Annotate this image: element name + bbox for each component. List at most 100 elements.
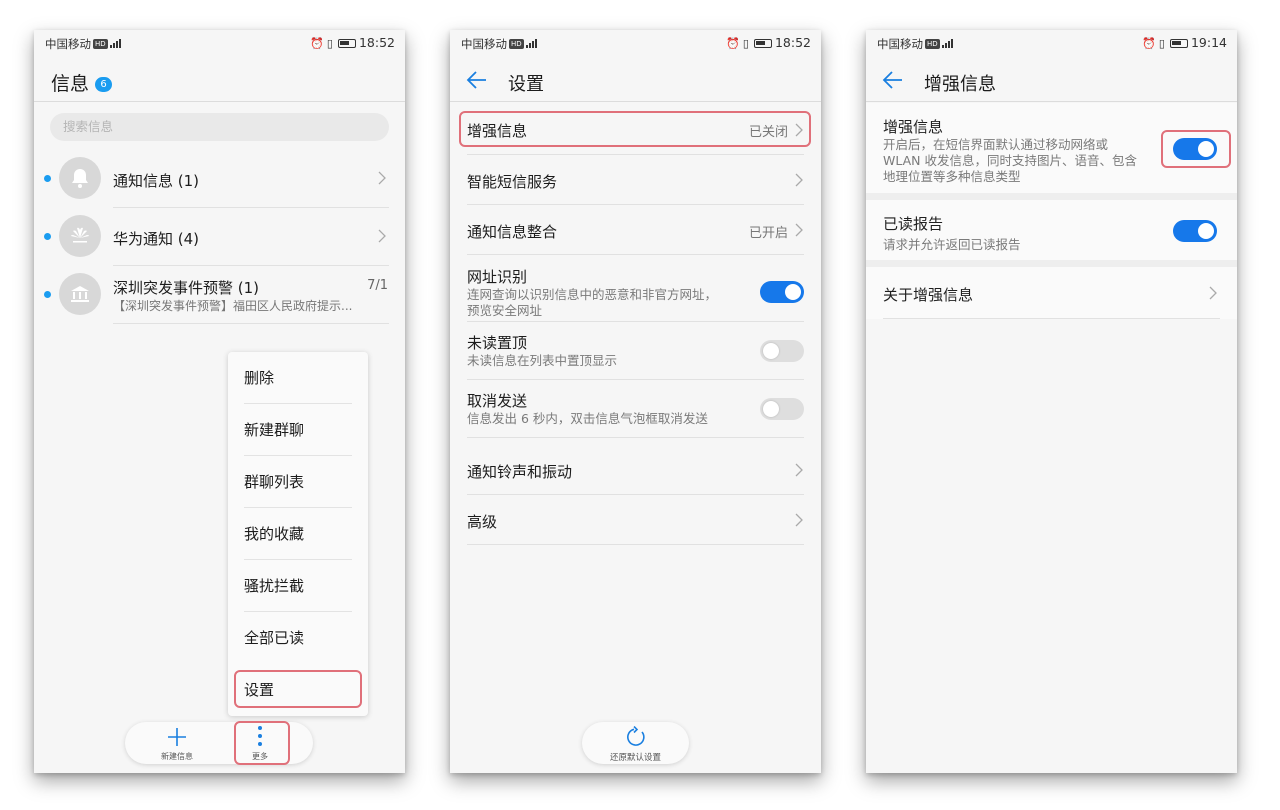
signal-icon [941, 37, 954, 51]
setting-desc: 连网查询以识别信息中的恶意和非官方网址， [467, 287, 718, 302]
new-message-label: 新建信息 [161, 752, 193, 761]
setting-unread-pin: 未读置顶 未读信息在列表中置顶显示 [467, 322, 804, 380]
vibrate-icon: ▯ [326, 37, 333, 50]
status-bar: 中国移动 HD ⏰ ▯ 18:52 [34, 30, 405, 56]
setting-title: 通知铃声和振动 [467, 463, 573, 481]
setting-notification-merge[interactable]: 通知信息整合 已开启 [467, 205, 804, 255]
hd-icon: HD [925, 39, 940, 49]
enhanced-messaging-toggle[interactable] [1173, 138, 1217, 160]
chevron-right-icon [795, 463, 803, 477]
menu-item-spam-block[interactable]: 骚扰拦截 [244, 560, 352, 612]
setting-title: 网址识别 [467, 268, 528, 286]
conversation-date: 7/1 [367, 278, 388, 293]
setting-smart-sms[interactable]: 智能短信服务 [467, 155, 804, 205]
app-header: 增强信息 [866, 60, 1237, 102]
menu-item-favorites[interactable]: 我的收藏 [244, 508, 352, 560]
back-arrow-icon[interactable] [466, 69, 488, 91]
conversation-preview: 【深圳突发事件预警】福田区人民政府提示... [113, 299, 353, 313]
hd-icon: HD [93, 39, 108, 49]
setting-desc: 地理位置等多种信息类型 [883, 169, 1021, 184]
battery-icon [1169, 39, 1188, 48]
setting-title: 智能短信服务 [467, 173, 558, 191]
menu-item-group-list[interactable]: 群聊列表 [244, 456, 352, 508]
section-gap [866, 260, 1237, 267]
about-enhanced-row[interactable]: 关于增强信息 [866, 267, 1237, 319]
divider [883, 318, 1220, 319]
carrier-label: 中国移动 [877, 37, 923, 51]
signal-icon [109, 37, 122, 51]
conversation-name: 深圳突发事件预警 (1) [113, 279, 260, 297]
setting-title: 未读置顶 [467, 334, 528, 352]
more-label: 更多 [252, 752, 268, 761]
conversation-name: 华为通知 (4) [113, 230, 200, 248]
unread-pin-toggle[interactable] [760, 340, 804, 362]
conversation-item[interactable]: 华为通知 (4) [34, 208, 405, 266]
alarm-icon: ⏰ [310, 37, 324, 50]
conversation-item[interactable]: 深圳突发事件预警 (1) 7/1 【深圳突发事件预警】福田区人民政府提示... [34, 266, 405, 324]
phone-enhanced-messaging: 中国移动 HD ⏰ ▯ 19:14 增强信息 增强信息 开启后，在短信界面默认通过移动… [866, 30, 1237, 773]
chevron-right-icon [795, 173, 803, 187]
setting-desc: 预览安全网址 [467, 303, 543, 318]
clock: 18:52 [358, 35, 395, 50]
page-title: 增强信息 [924, 74, 996, 95]
read-report-section: 已读报告 请求并允许返回已读报告 [866, 200, 1237, 260]
setting-enhanced-messaging[interactable]: 增强信息 已关闭 [467, 105, 804, 155]
menu-item-label: 我的收藏 [244, 525, 305, 543]
enhanced-section: 增强信息 开启后，在短信界面默认通过移动网络或 WLAN 收发信息，同时支持图片… [866, 103, 1237, 193]
more-button[interactable]: 更多 [230, 722, 290, 764]
status-bar: 中国移动 HD ⏰ ▯ 18:52 [450, 30, 821, 56]
url-recognition-toggle[interactable] [760, 281, 804, 303]
unread-dot [44, 175, 51, 182]
more-vertical-icon [258, 726, 262, 746]
setting-ringtone-vibration[interactable]: 通知铃声和振动 [467, 445, 804, 495]
menu-item-label: 全部已读 [244, 629, 305, 647]
setting-desc: 信息发出 6 秒内，双击信息气泡框取消发送 [467, 411, 708, 426]
restore-defaults-button[interactable]: 还原默认设置 [582, 722, 689, 764]
unread-badge: 6 [95, 77, 113, 92]
app-header: 设置 [450, 60, 821, 102]
menu-item-delete[interactable]: 删除 [244, 352, 352, 404]
setting-desc: 请求并允许返回已读报告 [883, 237, 1021, 252]
new-message-button[interactable]: 新建信息 [147, 722, 207, 764]
setting-value: 已关闭 [748, 125, 788, 140]
menu-item-label: 删除 [244, 369, 275, 387]
menu-item-new-group[interactable]: 新建群聊 [244, 404, 352, 456]
cancel-send-toggle[interactable] [760, 398, 804, 420]
plus-icon [168, 728, 186, 746]
setting-title: 取消发送 [467, 392, 528, 410]
divider [113, 323, 389, 324]
overflow-menu: 删除 新建群聊 群聊列表 我的收藏 骚扰拦截 全部已读 设置 [228, 352, 368, 716]
setting-url-recognition: 网址识别 连网查询以识别信息中的恶意和非官方网址， 预览安全网址 [467, 255, 804, 322]
vibrate-icon: ▯ [1158, 37, 1165, 50]
conversation-item[interactable]: 通知信息 (1) [34, 150, 405, 208]
back-arrow-icon[interactable] [882, 69, 904, 91]
battery-icon [753, 39, 772, 48]
setting-title: 通知信息整合 [467, 223, 558, 241]
setting-desc: 开启后，在短信界面默认通过移动网络或 [883, 137, 1109, 152]
setting-desc: 未读信息在列表中置顶显示 [467, 353, 618, 368]
clock: 18:52 [774, 35, 811, 50]
page-title: 信息 [51, 73, 90, 95]
alarm-icon: ⏰ [1142, 37, 1156, 50]
read-report-toggle[interactable] [1173, 220, 1217, 242]
setting-title: 高级 [467, 513, 498, 531]
phone-messages: 中国移动 HD ⏰ ▯ 18:52 信息 6 搜索信息 通知信息 (1) 华为通知 (4… [34, 30, 405, 773]
menu-item-label: 群聊列表 [244, 473, 305, 491]
menu-item-mark-all-read[interactable]: 全部已读 [244, 612, 352, 664]
conversation-name: 通知信息 (1) [113, 172, 200, 190]
menu-item-label: 设置 [244, 681, 275, 699]
chevron-right-icon [795, 513, 803, 527]
setting-advanced[interactable]: 高级 [467, 495, 804, 545]
setting-title: 已读报告 [883, 215, 944, 233]
chevron-right-icon [795, 123, 803, 137]
menu-item-settings[interactable]: 设置 [244, 664, 352, 716]
carrier-label: 中国移动 [461, 37, 507, 51]
setting-title: 关于增强信息 [883, 286, 974, 304]
setting-title: 增强信息 [467, 122, 528, 140]
refresh-icon [626, 725, 645, 746]
unread-dot [44, 291, 51, 298]
bottom-action-bar: 新建信息 更多 [125, 722, 313, 764]
restore-defaults-label: 还原默认设置 [609, 753, 661, 763]
chevron-right-icon [1209, 286, 1217, 300]
search-input[interactable]: 搜索信息 [50, 113, 389, 141]
